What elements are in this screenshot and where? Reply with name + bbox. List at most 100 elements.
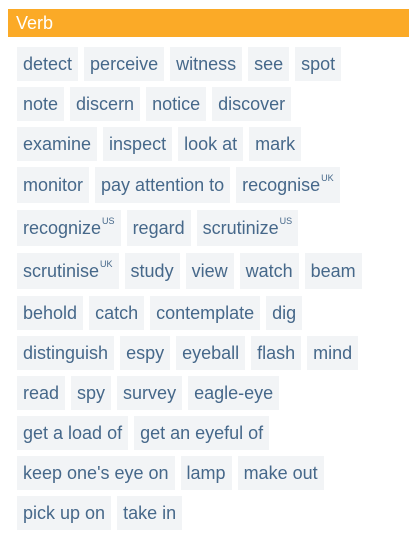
synonym-chip[interactable]: witness <box>170 47 243 81</box>
region-tag: UK <box>100 259 113 269</box>
synonym-chip[interactable]: regard <box>126 210 191 246</box>
synonym-word: mark <box>255 133 296 154</box>
synonym-word: dig <box>272 302 297 323</box>
synonym-word: scrutinise <box>23 260 100 281</box>
synonym-row: detect perceive witness see spot <box>17 47 409 81</box>
synonym-word: note <box>23 93 59 114</box>
synonym-chip[interactable]: survey <box>117 376 183 410</box>
synonym-chip[interactable]: discover <box>212 87 292 121</box>
synonym-chip[interactable]: discern <box>70 87 141 121</box>
synonym-row: read spy survey eagle-eye <box>17 376 409 410</box>
synonym-word: get an eyeful of <box>140 422 264 443</box>
synonym-word: spy <box>77 382 106 403</box>
synonym-word: get a load of <box>23 422 123 443</box>
synonym-chip[interactable]: mark <box>249 127 302 161</box>
synonym-chip[interactable]: examine <box>17 127 98 161</box>
synonym-chip[interactable]: take in <box>117 496 183 530</box>
synonym-chip[interactable]: keep one's eye on <box>17 456 175 490</box>
synonym-row: recognize US regard scrutinize US <box>17 210 409 246</box>
synonym-list: detect perceive witness see spot note discern n… <box>17 47 409 536</box>
synonym-chip[interactable]: mind <box>307 336 359 370</box>
synonym-chip[interactable]: see <box>248 47 290 81</box>
synonym-chip[interactable]: catch <box>89 296 145 330</box>
synonym-chip[interactable]: perceive <box>84 47 165 81</box>
synonym-word: view <box>191 260 228 281</box>
synonym-word: espy <box>126 342 165 363</box>
synonym-chip[interactable]: pay attention to <box>95 167 231 203</box>
synonym-chip[interactable]: contemplate <box>150 296 261 330</box>
region-tag: US <box>102 216 115 226</box>
synonym-chip[interactable]: recognize US <box>17 210 121 246</box>
region-tag: UK <box>321 173 334 183</box>
synonym-word: inspect <box>109 133 167 154</box>
synonym-word: regard <box>132 217 185 238</box>
synonym-word: survey <box>123 382 177 403</box>
synonym-word: distinguish <box>23 342 109 363</box>
synonym-word: mind <box>313 342 353 363</box>
synonym-word: lamp <box>186 462 226 483</box>
synonym-row: get a load of get an eyeful of <box>17 416 409 450</box>
synonym-chip[interactable]: view <box>185 253 234 289</box>
synonym-chip[interactable]: study <box>124 253 180 289</box>
synonym-row: examine inspect look at mark <box>17 127 409 161</box>
synonym-chip[interactable]: make out <box>237 456 324 490</box>
synonym-word: study <box>130 260 174 281</box>
synonym-word: scrutinize <box>202 217 279 238</box>
synonym-chip[interactable]: behold <box>17 296 84 330</box>
region-tag: US <box>279 216 293 226</box>
synonym-chip[interactable]: scrutinize US <box>196 210 299 246</box>
synonym-chip[interactable]: eagle-eye <box>188 376 280 410</box>
synonym-chip[interactable]: get an eyeful of <box>134 416 270 450</box>
synonym-row: keep one's eye on lamp make out <box>17 456 409 490</box>
synonym-chip[interactable]: read <box>17 376 66 410</box>
synonym-row: scrutinise UK study view watch beam <box>17 253 409 289</box>
synonym-word: discern <box>76 93 135 114</box>
synonym-row: monitor pay attention to recognise UK <box>17 167 409 203</box>
synonym-chip[interactable]: spot <box>295 47 342 81</box>
synonym-row: behold catch contemplate dig <box>17 296 409 330</box>
synonym-chip[interactable]: watch <box>239 253 299 289</box>
synonym-word: pick up on <box>23 502 106 523</box>
synonym-chip[interactable]: note <box>17 87 65 121</box>
synonym-word: spot <box>301 53 336 74</box>
synonym-word: watch <box>245 260 293 281</box>
synonym-word: look at <box>184 133 238 154</box>
synonym-word: behold <box>23 302 78 323</box>
synonym-word: perceive <box>90 53 159 74</box>
synonym-word: eyeball <box>182 342 240 363</box>
synonym-chip[interactable]: notice <box>146 87 207 121</box>
synonym-chip[interactable]: espy <box>120 336 171 370</box>
synonym-word: witness <box>176 53 237 74</box>
synonym-chip[interactable]: monitor <box>17 167 90 203</box>
synonym-chip[interactable]: scrutinise UK <box>17 253 119 289</box>
part-of-speech-title: Verb <box>16 13 54 33</box>
synonym-chip[interactable]: inspect <box>103 127 173 161</box>
synonym-word: make out <box>243 462 318 483</box>
section-header: Verb <box>8 9 409 37</box>
synonym-chip[interactable]: distinguish <box>17 336 115 370</box>
synonym-word: pay attention to <box>101 174 225 195</box>
synonym-chip[interactable]: recognise UK <box>236 167 340 203</box>
synonym-word: recognise <box>242 174 321 195</box>
synonym-word: read <box>23 382 60 403</box>
synonym-chip[interactable]: pick up on <box>17 496 112 530</box>
synonym-chip[interactable]: lamp <box>180 456 232 490</box>
synonym-chip[interactable]: look at <box>178 127 244 161</box>
synonym-word: discover <box>218 93 286 114</box>
synonym-word: contemplate <box>156 302 255 323</box>
synonym-row: note discern notice discover <box>17 87 409 121</box>
synonym-row: distinguish espy eyeball flash mind <box>17 336 409 370</box>
synonym-chip[interactable]: beam <box>304 253 362 289</box>
synonym-word: keep one's eye on <box>23 462 169 483</box>
synonym-chip[interactable]: get a load of <box>17 416 129 450</box>
synonym-row: pick up on take in <box>17 496 409 530</box>
synonym-word: recognize <box>23 217 102 238</box>
synonym-word: beam <box>310 260 356 281</box>
synonym-chip[interactable]: detect <box>17 47 79 81</box>
synonym-chip[interactable]: flash <box>251 336 302 370</box>
synonym-chip[interactable]: eyeball <box>176 336 246 370</box>
synonym-chip[interactable]: dig <box>266 296 303 330</box>
synonym-word: take in <box>123 502 177 523</box>
synonym-chip[interactable]: spy <box>71 376 112 410</box>
synonym-word: detect <box>23 53 73 74</box>
